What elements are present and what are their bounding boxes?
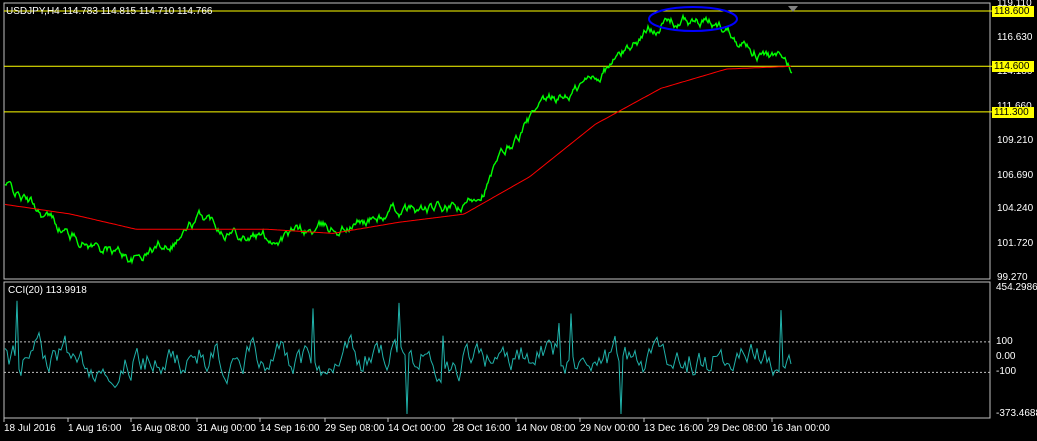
time-tick-label: 14 Nov 08:00 [516, 423, 576, 434]
price-line [4, 13, 793, 265]
price-pane-border [3, 2, 991, 280]
cci-tick-label: 0.00 [996, 351, 1016, 363]
level-price-label: 111.300 [992, 106, 1034, 118]
price-tick-label: 116.630 [997, 32, 1033, 44]
indicator-pane-border [3, 281, 991, 419]
time-tick-label: 29 Sep 08:00 [325, 423, 385, 434]
symbol-header: USDJPY,H4 114.783 114.815 114.710 114.76… [6, 6, 213, 17]
level-price-label: 118.600 [992, 6, 1034, 18]
time-tick-label: 14 Oct 00:00 [388, 423, 446, 434]
chart-window[interactable]: USDJPY,H4 114.783 114.815 114.710 114.76… [0, 0, 1037, 441]
cci-line [4, 300, 792, 415]
time-tick-label: 29 Nov 00:00 [580, 423, 640, 434]
price-tick-label: 106.690 [997, 169, 1034, 181]
cci-tick-label: -373.4688 [996, 408, 1037, 419]
cci-pane [4, 300, 990, 415]
cci-tick-label: 454.2986 [996, 282, 1037, 293]
time-tick-label: 29 Dec 08:00 [708, 423, 768, 434]
time-tick-label: 31 Aug 00:00 [197, 423, 256, 434]
price-pane [4, 6, 994, 265]
chart-canvas[interactable] [0, 0, 1037, 441]
time-tick-label: 13 Dec 16:00 [644, 423, 704, 434]
cci-tick-label: 100 [996, 335, 1013, 347]
time-tick-label: 16 Aug 08:00 [131, 423, 190, 434]
level-price-label: 114.600 [992, 61, 1034, 73]
moving-average-line [4, 65, 792, 234]
cci-header: CCI(20) 113.9918 [8, 285, 87, 296]
time-tick-label: 28 Oct 16:00 [453, 423, 511, 434]
price-tick-label: 104.240 [997, 203, 1034, 215]
time-tick-label: 1 Aug 16:00 [68, 423, 122, 434]
price-tick-label: 109.210 [997, 134, 1034, 146]
time-tick-label: 16 Jan 00:00 [772, 423, 830, 434]
cci-tick-label: -100 [996, 366, 1017, 378]
time-tick-label: 18 Jul 2016 [4, 423, 56, 434]
time-tick-label: 14 Sep 16:00 [260, 423, 320, 434]
price-tick-label: 101.720 [997, 238, 1034, 250]
